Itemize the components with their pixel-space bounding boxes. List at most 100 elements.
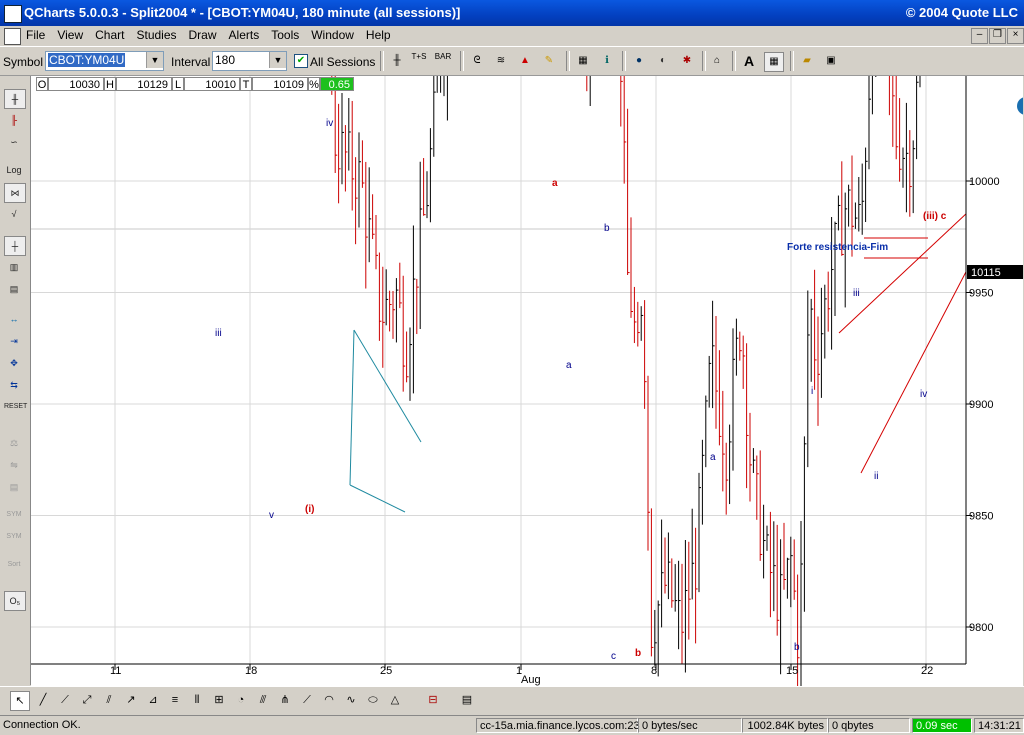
pencil-icon[interactable]: ✎ — [540, 52, 558, 70]
trend-icon[interactable]: √ — [4, 205, 24, 223]
menu-file[interactable]: File — [26, 28, 45, 42]
table-icon[interactable]: ▦ — [764, 52, 784, 72]
bug-icon[interactable]: ✱ — [678, 52, 696, 70]
andrews-pitchfork-icon[interactable]: ⋔ — [276, 691, 294, 709]
ray-tool-icon[interactable]: ⟋ — [56, 691, 74, 709]
menu-help[interactable]: Help — [366, 28, 391, 42]
crosshair-icon[interactable]: ┼ — [4, 236, 26, 256]
fib-fan-icon[interactable]: ⊿ — [144, 691, 162, 709]
arrow-line-icon[interactable]: ↗ — [122, 691, 140, 709]
status-bar: Connection OK. cc-15a.mia.finance.lycos.… — [0, 715, 1024, 735]
speed-lines-icon[interactable]: ⫻ — [254, 691, 272, 709]
triangle-icon[interactable]: △ — [386, 691, 404, 709]
arrows-icon[interactable]: ⇆ — [4, 376, 24, 394]
spiral-icon[interactable]: ᘓ — [468, 52, 486, 70]
quote-bar: O 10030 H 10129 L 10010 T 10109 % 0.65 — [36, 77, 354, 91]
text-tool-icon[interactable]: A — [740, 52, 758, 70]
bar-style-icon[interactable]: ╫ — [4, 89, 26, 109]
interval-label: Interval — [171, 55, 211, 69]
scan-icon[interactable]: ◐ — [654, 52, 672, 70]
chart-document-icon[interactable] — [4, 28, 21, 45]
chevron-down-icon[interactable]: ▼ — [146, 52, 163, 68]
wave-label-c: c — [611, 651, 616, 662]
wave-label-i: (i) — [305, 504, 314, 515]
channel-icon[interactable]: ⫽ — [100, 691, 118, 709]
menu-studies[interactable]: Studies — [136, 28, 176, 42]
symbol-label: Symbol — [3, 55, 44, 69]
menu-tools[interactable]: Tools — [271, 28, 299, 42]
fib-retrace-icon[interactable]: ≡ — [166, 691, 184, 709]
line-style-icon[interactable]: ∽ — [4, 133, 24, 151]
building-icon[interactable]: ⌂ — [708, 52, 726, 70]
expand-icon[interactable]: ↔ — [4, 310, 24, 328]
log-scale-button[interactable]: Log — [4, 161, 24, 179]
sort-button[interactable]: Sort — [4, 556, 24, 574]
latency: 0.09 sec — [912, 718, 972, 733]
menu-view[interactable]: View — [57, 28, 83, 42]
globe-icon[interactable]: ● — [630, 52, 648, 70]
layout-icon[interactable]: ▤ — [4, 280, 24, 298]
bar-button[interactable]: BAR — [434, 52, 452, 70]
candle-style-icon[interactable]: ╟ — [4, 111, 24, 129]
symbol-button-1[interactable]: SYM — [4, 506, 24, 524]
price-chart[interactable]: iv iii v (i) a b a c b a b i ii iii iv (iii) c Forte res… — [31, 0, 1024, 699]
arc-icon[interactable]: ◠ — [320, 691, 338, 709]
low-key: L — [172, 77, 184, 91]
menu-draw[interactable]: Draw — [189, 28, 217, 42]
regression-icon[interactable]: ⟋ — [298, 691, 316, 709]
pan-icon[interactable]: ✥ — [4, 354, 24, 372]
grid-icon[interactable]: ▦ — [574, 52, 592, 70]
list-icon[interactable]: ▤ — [4, 478, 24, 496]
options-icon[interactable]: O₅ — [4, 591, 26, 611]
percent-key: % — [308, 77, 320, 91]
server-address: cc-15a.mia.finance.lycos.com:23 — [476, 718, 640, 733]
properties-icon[interactable]: ▤ — [458, 691, 476, 709]
gann-icon[interactable]: ⊞ — [210, 691, 228, 709]
wave-icon[interactable]: ≋ — [492, 52, 510, 70]
line-tool-icon[interactable]: ╱ — [34, 691, 52, 709]
interval-select[interactable]: 180 ▼ — [212, 51, 287, 71]
close-icon[interactable]: × — [1007, 28, 1024, 44]
low-value: 10010 — [184, 77, 240, 91]
compare-icon[interactable]: ⇋ — [4, 456, 24, 474]
time-and-sales-button[interactable]: T+S — [410, 52, 428, 70]
contract-icon[interactable]: ⇥ — [4, 332, 24, 350]
title-bar: QCharts 5.0.0.3 - Split2004 * - [CBOT:YM… — [0, 0, 1024, 26]
symbol-input[interactable]: CBOT:YM04U ▼ — [45, 51, 164, 71]
wave-count-icon[interactable]: ∿ — [342, 691, 360, 709]
pointer-icon[interactable]: ↖ — [10, 691, 30, 711]
menu-window[interactable]: Window — [311, 28, 354, 42]
chart-canvas[interactable]: iviiiv(i)abac babiiiiiiiv(iii) cForte res… — [31, 0, 1024, 699]
bar-chart-icon[interactable]: ╫ — [388, 52, 406, 70]
open-folder-icon[interactable]: ▰ — [798, 52, 816, 70]
restore-icon[interactable]: ❐ — [989, 28, 1006, 44]
percent-change: 0.65 — [320, 77, 354, 91]
y-tick-label: 9900 — [969, 399, 993, 411]
alert-icon[interactable]: ⊟ — [424, 691, 442, 709]
mountain-icon[interactable]: ▲ — [516, 52, 534, 70]
info-icon[interactable]: ℹ — [598, 52, 616, 70]
fib-time-icon[interactable]: ⦀ — [188, 691, 206, 709]
wave-label-a: a — [566, 360, 572, 371]
cycle-icon[interactable]: ◔ — [232, 691, 250, 709]
save-icon[interactable]: ▣ — [822, 52, 840, 70]
bars-icon[interactable]: ▥ — [4, 258, 24, 276]
scale-icon[interactable]: ⚖ — [4, 434, 24, 452]
zoom-icon[interactable]: ⋈ — [4, 183, 26, 203]
chevron-down-icon[interactable]: ▼ — [269, 52, 286, 68]
open-value: 10030 — [48, 77, 104, 91]
reset-button[interactable]: RESET — [4, 398, 27, 416]
x-tick-label: 18 — [245, 665, 257, 677]
extended-line-icon[interactable]: ⤢ — [78, 691, 96, 709]
wave-label-v: v — [269, 510, 274, 521]
wave-label-ii: ii — [874, 471, 878, 482]
menu-chart[interactable]: Chart — [95, 28, 124, 42]
menu-alerts[interactable]: Alerts — [229, 28, 260, 42]
menu-bar: File View Chart Studies Draw Alerts Tool… — [0, 26, 1024, 47]
minimize-icon[interactable]: – — [971, 28, 988, 44]
ellipse-icon[interactable]: ⬭ — [364, 691, 382, 709]
symbol-button-2[interactable]: SYM — [4, 528, 24, 546]
last-price-label: 10115 — [971, 267, 1001, 279]
symbol-value: CBOT:YM04U — [48, 53, 126, 67]
all-sessions-checkbox[interactable]: ✔ — [294, 54, 308, 68]
